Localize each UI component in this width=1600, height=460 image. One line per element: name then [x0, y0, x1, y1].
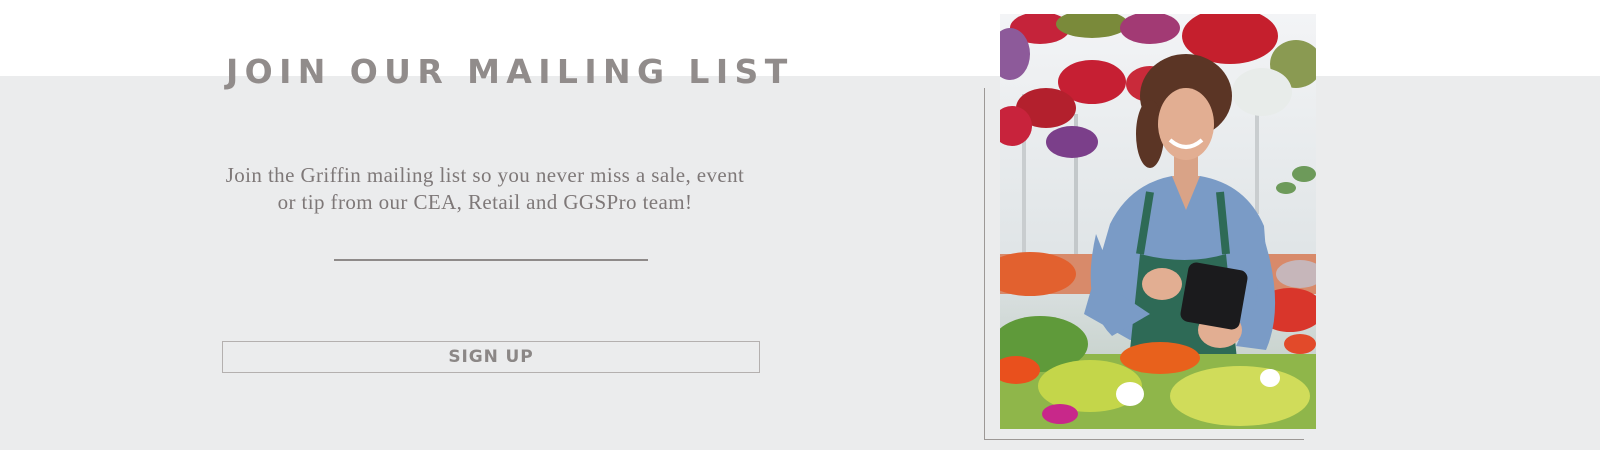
mailing-list-description: Join the Griffin mailing list so you nev… — [225, 163, 745, 214]
woman-with-tablet-in-greenhouse-photo-icon — [1000, 14, 1316, 429]
sign-up-button[interactable]: SIGN UP — [222, 341, 760, 373]
page-bottom-edge — [0, 450, 1600, 460]
photo-frame-vertical-line — [984, 88, 985, 439]
mailing-list-heading: JOIN OUR MAILING LIST — [226, 52, 794, 91]
divider-line — [334, 259, 648, 261]
greenhouse-photo — [1000, 14, 1316, 429]
photo-frame-horizontal-line — [984, 439, 1304, 440]
signup-section-background — [0, 76, 1600, 460]
